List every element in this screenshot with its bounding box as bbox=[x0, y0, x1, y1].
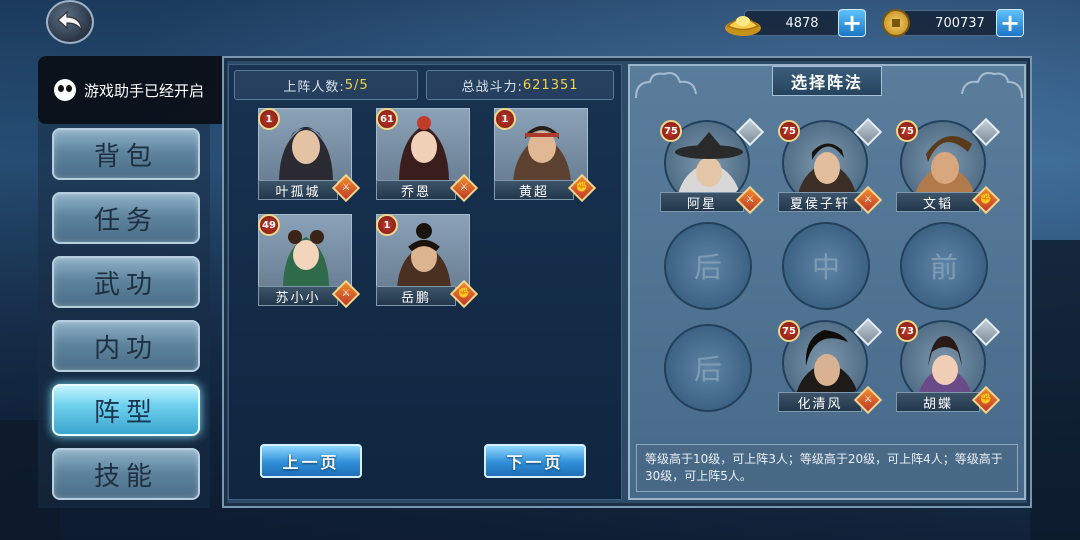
hero-name: 化清风 bbox=[778, 392, 862, 412]
hero-name: 夏侯子轩 bbox=[778, 192, 862, 212]
hero-name: 文韬 bbox=[896, 192, 980, 212]
menu-martial-button[interactable]: 武功 bbox=[52, 256, 200, 308]
hero-level-badge: 61 bbox=[376, 108, 398, 130]
choose-formation-button[interactable]: 选择阵法 bbox=[772, 66, 882, 96]
roster-card[interactable]: 叶孤城 1 ⚔ bbox=[258, 108, 361, 203]
menu-skill-button[interactable]: 技能 bbox=[52, 448, 200, 500]
hero-name: 岳鹏 bbox=[376, 286, 456, 306]
add-ingot-button[interactable]: + bbox=[838, 9, 866, 37]
formation-hero-slot[interactable]: 夏侯子轩 75 ⚔ bbox=[778, 117, 883, 220]
formation-tip: 等级高于10级，可上阵3人；等级高于20级，可上阵4人；等级高于30级，可上阵5… bbox=[636, 444, 1018, 492]
hero-level-badge: 75 bbox=[778, 120, 800, 142]
copper-coin-icon bbox=[882, 9, 910, 37]
hero-level-badge: 1 bbox=[258, 108, 280, 130]
formation-hero-slot[interactable]: 阿星 75 ⚔ bbox=[660, 117, 765, 220]
back-button[interactable] bbox=[46, 0, 94, 44]
menu-inner-skill-button[interactable]: 内功 bbox=[52, 320, 200, 372]
prev-page-button[interactable]: 上一页 bbox=[260, 444, 362, 478]
power-stat: 总战斗力: 621351 bbox=[426, 70, 614, 100]
formation-hero-slot[interactable]: 化清风 75 ⚔ bbox=[778, 317, 883, 420]
hero-level-badge: 75 bbox=[778, 320, 800, 342]
roster-card[interactable]: 黄超 1 ✊ bbox=[494, 108, 597, 203]
hero-name: 乔恩 bbox=[376, 180, 456, 200]
hero-level-badge: 1 bbox=[494, 108, 516, 130]
members-value: 5/5 bbox=[344, 77, 369, 93]
hero-level-badge: 75 bbox=[896, 120, 918, 142]
hero-level-badge: 1 bbox=[376, 214, 398, 236]
assistant-text: 游戏助手已经开启 bbox=[84, 81, 205, 100]
coin-amount: 700737 bbox=[902, 10, 998, 36]
coin-currency: 700737 + bbox=[882, 8, 1024, 38]
hero-name: 黄超 bbox=[494, 180, 574, 200]
empty-slot-front[interactable]: 前 bbox=[900, 222, 988, 310]
ingot-currency: 4878 + bbox=[724, 8, 866, 38]
empty-slot-middle[interactable]: 中 bbox=[782, 222, 870, 310]
empty-slot-rear[interactable]: 后 bbox=[664, 222, 752, 310]
menu-quest-button[interactable]: 任务 bbox=[52, 192, 200, 244]
hero-level-badge: 73 bbox=[896, 320, 918, 342]
roster-card[interactable]: 岳鹏 1 ✊ bbox=[376, 214, 479, 309]
formation-hero-slot[interactable]: 文韬 75 ✊ bbox=[896, 117, 1001, 220]
roster-card[interactable]: 苏小小 49 ⚔ bbox=[258, 214, 361, 309]
power-value: 621351 bbox=[522, 77, 579, 93]
formation-hero-slot[interactable]: 胡蝶 73 ✊ bbox=[896, 317, 1001, 420]
background-roof-right bbox=[1030, 240, 1080, 540]
menu-formation-button[interactable]: 阵型 bbox=[52, 384, 200, 436]
back-arrow-icon bbox=[57, 10, 83, 32]
hero-level-badge: 49 bbox=[258, 214, 280, 236]
add-coin-button[interactable]: + bbox=[996, 9, 1024, 37]
members-stat: 上阵人数: 5/5 bbox=[234, 70, 418, 100]
menu-bag-button[interactable]: 背包 bbox=[52, 128, 200, 180]
cloud-ornament-icon bbox=[961, 72, 1023, 99]
next-page-button[interactable]: 下一页 bbox=[484, 444, 586, 478]
empty-slot-rear[interactable]: 后 bbox=[664, 324, 752, 412]
gold-ingot-icon bbox=[725, 16, 761, 36]
power-label: 总战斗力: bbox=[461, 79, 523, 95]
hero-name: 阿星 bbox=[660, 192, 744, 212]
hero-name: 胡蝶 bbox=[896, 392, 980, 412]
roster-card[interactable]: 乔恩 61 ⚔ bbox=[376, 108, 479, 203]
assistant-toast: 游戏助手已经开启 bbox=[38, 56, 234, 124]
cloud-ornament-icon bbox=[635, 72, 697, 99]
panda-icon bbox=[54, 79, 76, 101]
hero-level-badge: 75 bbox=[660, 120, 682, 142]
hero-name: 苏小小 bbox=[258, 286, 338, 306]
members-label: 上阵人数: bbox=[283, 79, 345, 95]
hero-name: 叶孤城 bbox=[258, 180, 338, 200]
